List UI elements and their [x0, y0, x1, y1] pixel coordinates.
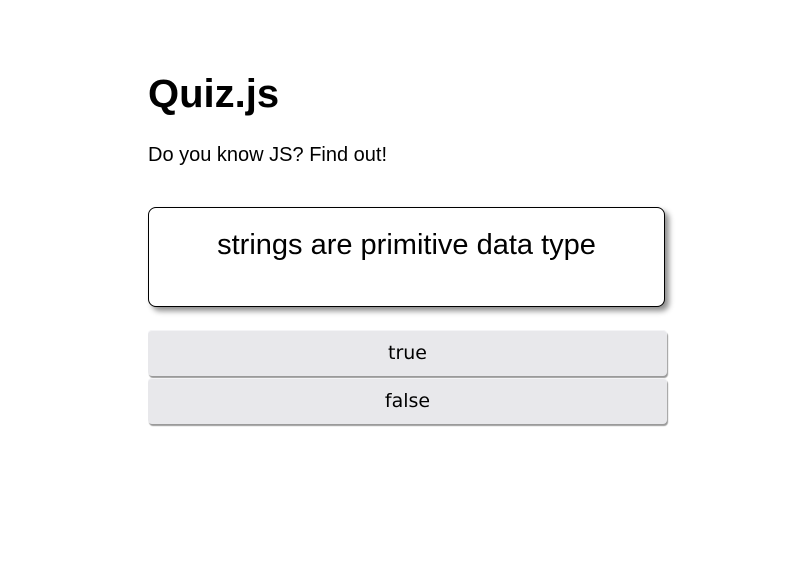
answer-false-button[interactable]: false — [148, 378, 667, 424]
question-text: strings are primitive data type — [217, 229, 596, 261]
page-subtitle: Do you know JS? Find out! — [148, 144, 388, 166]
question-card: strings are primitive data type — [148, 207, 665, 307]
answer-true-button[interactable]: true — [148, 330, 667, 376]
page-title: Quiz.js — [148, 72, 280, 116]
